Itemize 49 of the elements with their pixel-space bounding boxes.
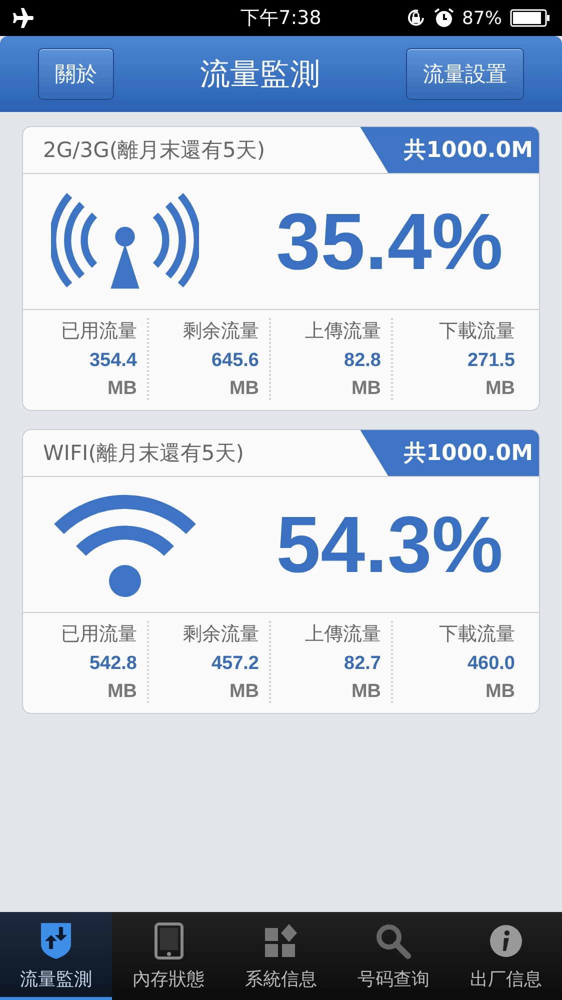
search-icon [375,923,412,959]
tab-item[interactable]: 流量監測 [0,912,112,1000]
usage-percent: 35.4% [276,196,503,288]
shield-arrows-icon [40,922,72,960]
stat-value: 460.0 [467,653,515,675]
stat-value: 354.4 [89,350,137,372]
stat-label: 剩余流量 [183,319,259,344]
info-icon [488,924,523,958]
about-button[interactable]: 關於 [38,48,114,100]
battery-icon [510,9,550,27]
stat-label: 上傳流量 [305,622,381,647]
stat-label: 下載流量 [439,319,515,344]
blocks-icon [264,924,298,958]
stat-unit: MB [351,378,381,400]
stat-label: 剩余流量 [183,622,259,647]
airplane-icon [12,8,34,28]
nav-title: 流量監測 [200,56,320,94]
stat-value: 271.5 [467,350,515,372]
stat-unit: MB [107,378,137,400]
stat-label: 上傳流量 [305,319,381,344]
stat-unit: MB [229,681,259,703]
alarm-icon [434,8,454,28]
stat-value: 457.2 [211,653,259,675]
stat-unit: MB [485,681,515,703]
tab-item[interactable]: 系統信息 [224,912,338,1000]
card-title: WIFI(離月末還有5天) [42,440,244,467]
stat-label: 下載流量 [439,622,515,647]
stat-value: 82.8 [344,350,381,372]
stat-value: 82.7 [344,653,381,675]
status-time: 下午7:38 [240,6,322,31]
tab-item[interactable]: 出厂信息 [450,912,562,1000]
rotation-lock-icon [406,8,426,28]
total-badge: 共1000.0M [360,127,539,173]
card-title: 2G/3G(離月末還有5天) [42,137,266,164]
tab-item[interactable]: 号码查询 [337,912,450,1000]
stat-label: 已用流量 [61,622,137,647]
stat-unit: MB [107,681,137,703]
stat-value: 645.6 [211,350,259,372]
tab-item[interactable]: 內存狀態 [112,912,225,1000]
battery-percent: 87% [462,8,502,28]
settings-button[interactable]: 流量設置 [406,48,524,100]
total-badge: 共1000.0M [360,430,539,476]
stat-value: 542.8 [89,653,137,675]
stat-label: 已用流量 [61,319,137,344]
tablet-icon [154,922,184,960]
stat-unit: MB [351,681,381,703]
usage-percent: 54.3% [276,498,503,590]
stat-unit: MB [229,378,259,400]
stat-unit: MB [485,378,515,400]
